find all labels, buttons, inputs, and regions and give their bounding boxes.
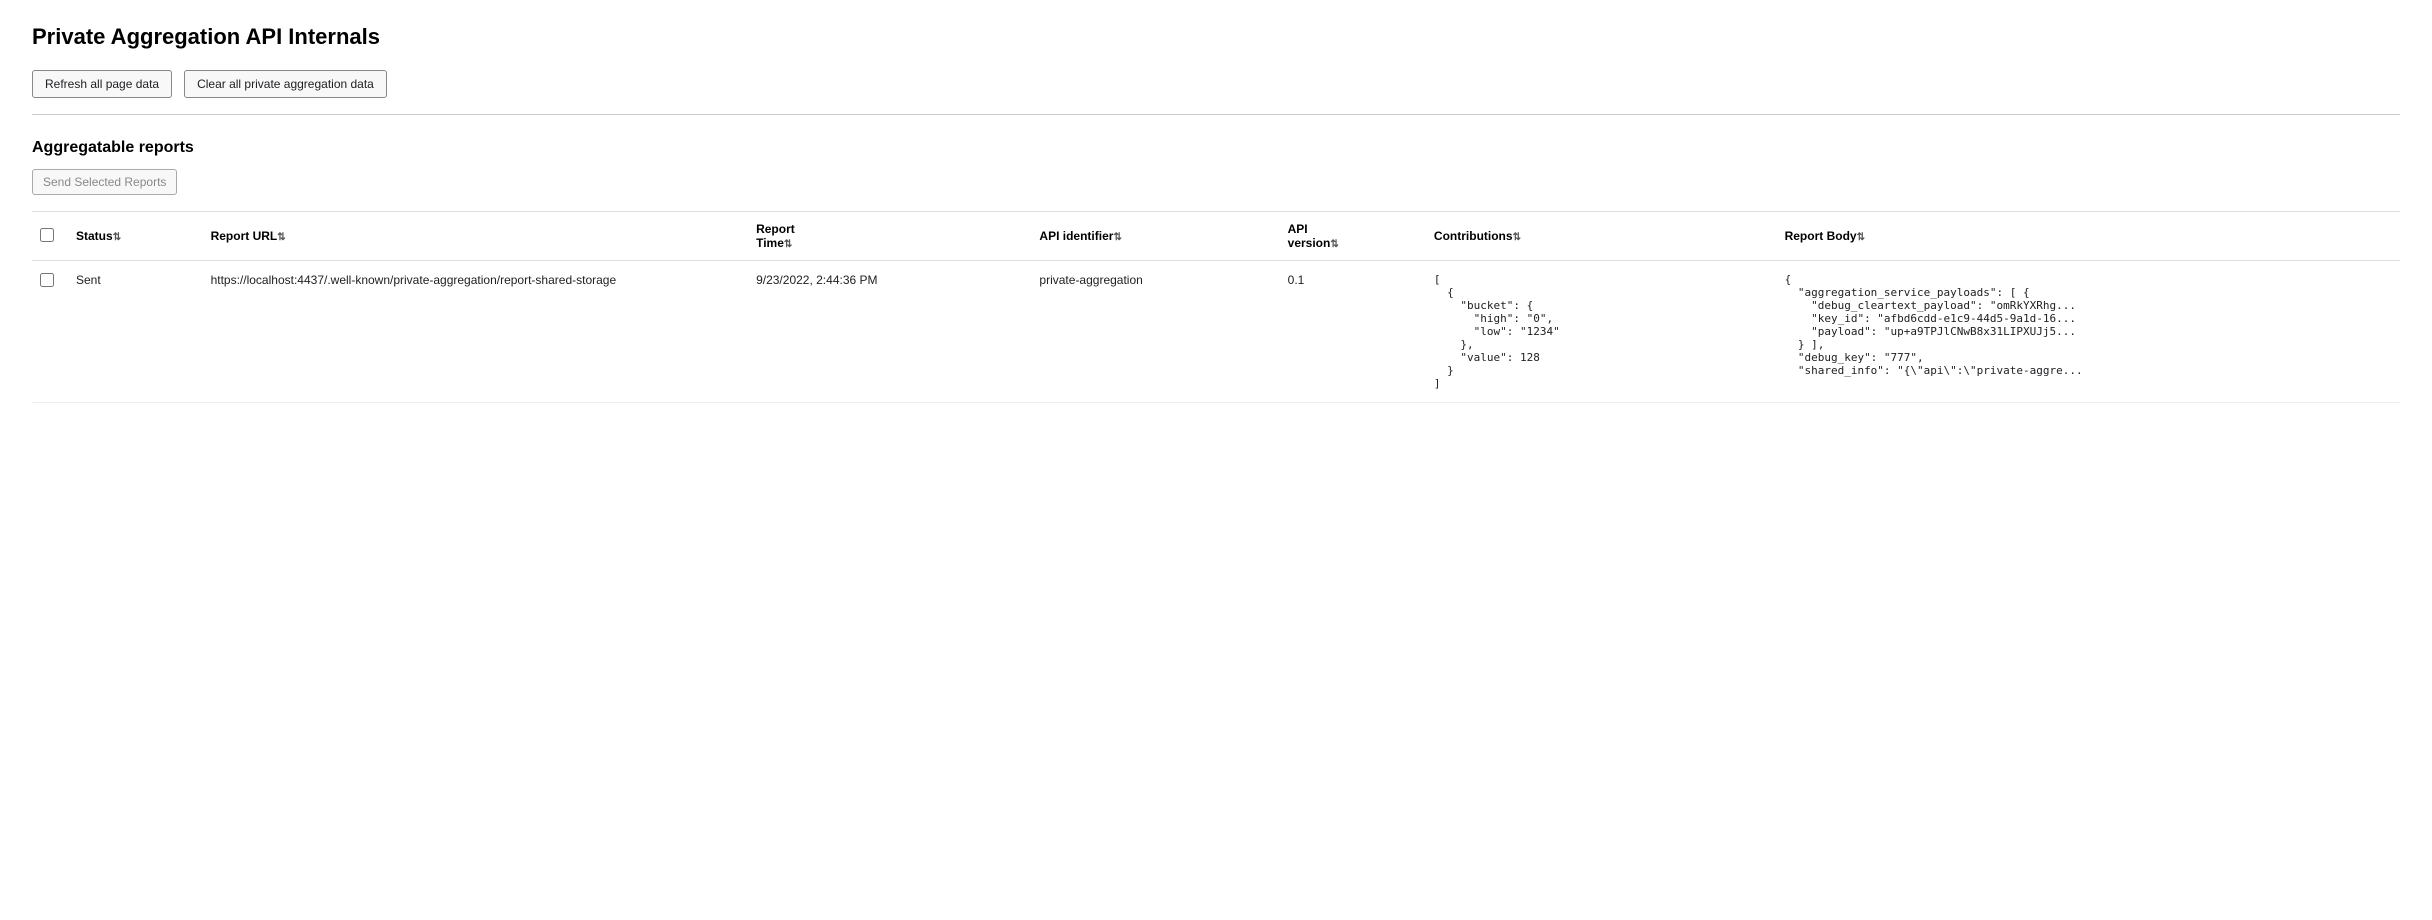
sort-icon-report-body: ⇅ [1857, 232, 1865, 243]
cell-report-url: https://localhost:4437/.well-known/priva… [199, 261, 745, 403]
sort-icon-report-time: ⇅ [784, 239, 792, 250]
col-label-api-identifier: API identifier [1039, 229, 1113, 243]
send-selected-reports-button[interactable]: Send Selected Reports [32, 169, 177, 195]
col-header-status[interactable]: Status⇅ [64, 212, 199, 261]
divider [32, 114, 2400, 115]
sort-icon-contributions: ⇅ [1513, 232, 1521, 243]
col-header-contributions[interactable]: Contributions⇅ [1422, 212, 1773, 261]
select-all-checkbox[interactable] [40, 228, 54, 242]
sort-icon-report-url: ⇅ [277, 232, 285, 243]
clear-button[interactable]: Clear all private aggregation data [184, 70, 387, 98]
select-all-checkbox-header[interactable] [32, 212, 64, 261]
col-header-report-body[interactable]: Report Body⇅ [1773, 212, 2400, 261]
table-header-row: Status⇅ Report URL⇅ ReportTime⇅ API iden… [32, 212, 2400, 261]
col-label-report-url: Report URL [211, 229, 278, 243]
col-label-api-version: APIversion [1288, 222, 1331, 250]
col-header-report-time[interactable]: ReportTime⇅ [744, 212, 1027, 261]
sort-icon-api-version: ⇅ [1330, 239, 1338, 250]
cell-api-version: 0.1 [1276, 261, 1422, 403]
cell-report-time: 9/23/2022, 2:44:36 PM [744, 261, 1027, 403]
col-header-report-url[interactable]: Report URL⇅ [199, 212, 745, 261]
col-label-status: Status [76, 229, 113, 243]
page-title: Private Aggregation API Internals [32, 24, 2400, 50]
reports-table: Status⇅ Report URL⇅ ReportTime⇅ API iden… [32, 211, 2400, 403]
table-body: Senthttps://localhost:4437/.well-known/p… [32, 261, 2400, 403]
refresh-button[interactable]: Refresh all page data [32, 70, 172, 98]
table-row: Senthttps://localhost:4437/.well-known/p… [32, 261, 2400, 403]
col-label-contributions: Contributions [1434, 229, 1513, 243]
section-title: Aggregatable reports [32, 139, 2400, 157]
contributions-json: [ { "bucket": { "high": "0", "low": "123… [1434, 273, 1761, 390]
cell-report-body: { "aggregation_service_payloads": [ { "d… [1773, 261, 2400, 403]
col-header-api-version[interactable]: APIversion⇅ [1276, 212, 1422, 261]
col-header-api-identifier[interactable]: API identifier⇅ [1027, 212, 1275, 261]
cell-status: Sent [64, 261, 199, 403]
cell-api-identifier: private-aggregation [1027, 261, 1275, 403]
cell-contributions: [ { "bucket": { "high": "0", "low": "123… [1422, 261, 1773, 403]
top-buttons: Refresh all page data Clear all private … [32, 70, 2400, 98]
col-label-report-body: Report Body [1785, 229, 1857, 243]
sort-icon-status: ⇅ [113, 232, 121, 243]
row-checkbox[interactable] [40, 273, 54, 287]
row-checkbox-cell[interactable] [32, 261, 64, 403]
sort-icon-api-identifier: ⇅ [1113, 232, 1121, 243]
report-body-json: { "aggregation_service_payloads": [ { "d… [1785, 273, 2388, 377]
